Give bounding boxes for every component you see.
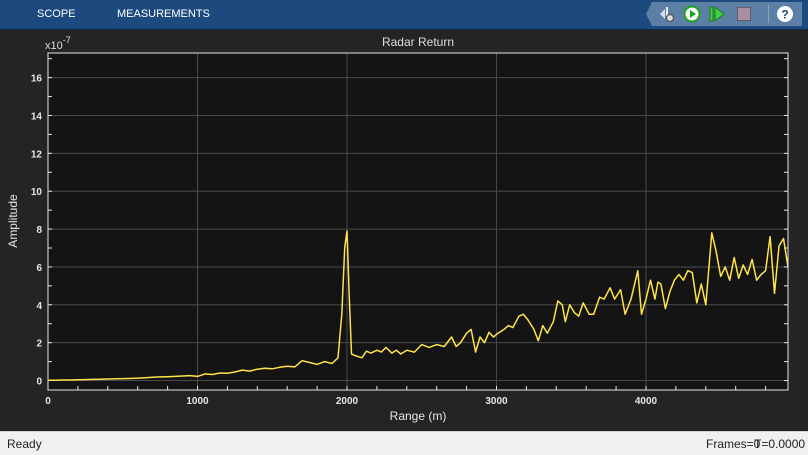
toolbar-separator (768, 5, 769, 23)
run-icon[interactable] (683, 5, 701, 23)
x-axis-label: Range (m) (390, 409, 447, 423)
x-tick-label: 4000 (635, 396, 658, 407)
x-tick-label: 3000 (485, 396, 508, 407)
y-axis-label: Amplitude (6, 194, 20, 248)
x-tick-label: 2000 (336, 396, 359, 407)
x-tick-label: 0 (45, 396, 51, 407)
stop-icon[interactable] (735, 5, 753, 23)
step-forward-icon[interactable] (708, 5, 726, 23)
status-bar: Ready Frames=0 T=0.0000 (0, 431, 808, 455)
y-tick-label: 14 (31, 111, 43, 122)
y-tick-label: 12 (31, 149, 43, 160)
axes-background (48, 53, 788, 390)
toolstrip: SCOPE MEASUREMENTS ? (0, 0, 808, 30)
x-tick-label: 1000 (186, 396, 209, 407)
y-exponent-label: x10-7 (45, 35, 71, 52)
y-tick-label: 8 (36, 225, 42, 236)
svg-text:?: ? (781, 8, 788, 22)
y-tick-label: 10 (31, 187, 43, 198)
status-text: Ready (7, 437, 42, 451)
help-icon[interactable]: ? (776, 5, 794, 23)
y-tick-label: 2 (36, 339, 42, 350)
frames-readout: Frames=0 (706, 437, 761, 451)
signal-settings-icon[interactable] (658, 5, 676, 23)
y-tick-label: 0 (36, 377, 42, 388)
tab-measurements[interactable]: MEASUREMENTS (117, 8, 210, 20)
y-tick-label: 4 (36, 301, 42, 312)
chart-title: Radar Return (382, 35, 454, 49)
time-readout: T=0.0000 (754, 437, 806, 451)
quick-access-toolbar: ? (646, 2, 802, 26)
y-tick-label: 6 (36, 263, 42, 274)
y-tick-label: 16 (31, 74, 43, 85)
tab-scope[interactable]: SCOPE (37, 8, 76, 20)
scope-plot: Radar Return 0 1000 2000 3000 4000 0 2 4 6 8 10 12 1… (6, 35, 789, 423)
